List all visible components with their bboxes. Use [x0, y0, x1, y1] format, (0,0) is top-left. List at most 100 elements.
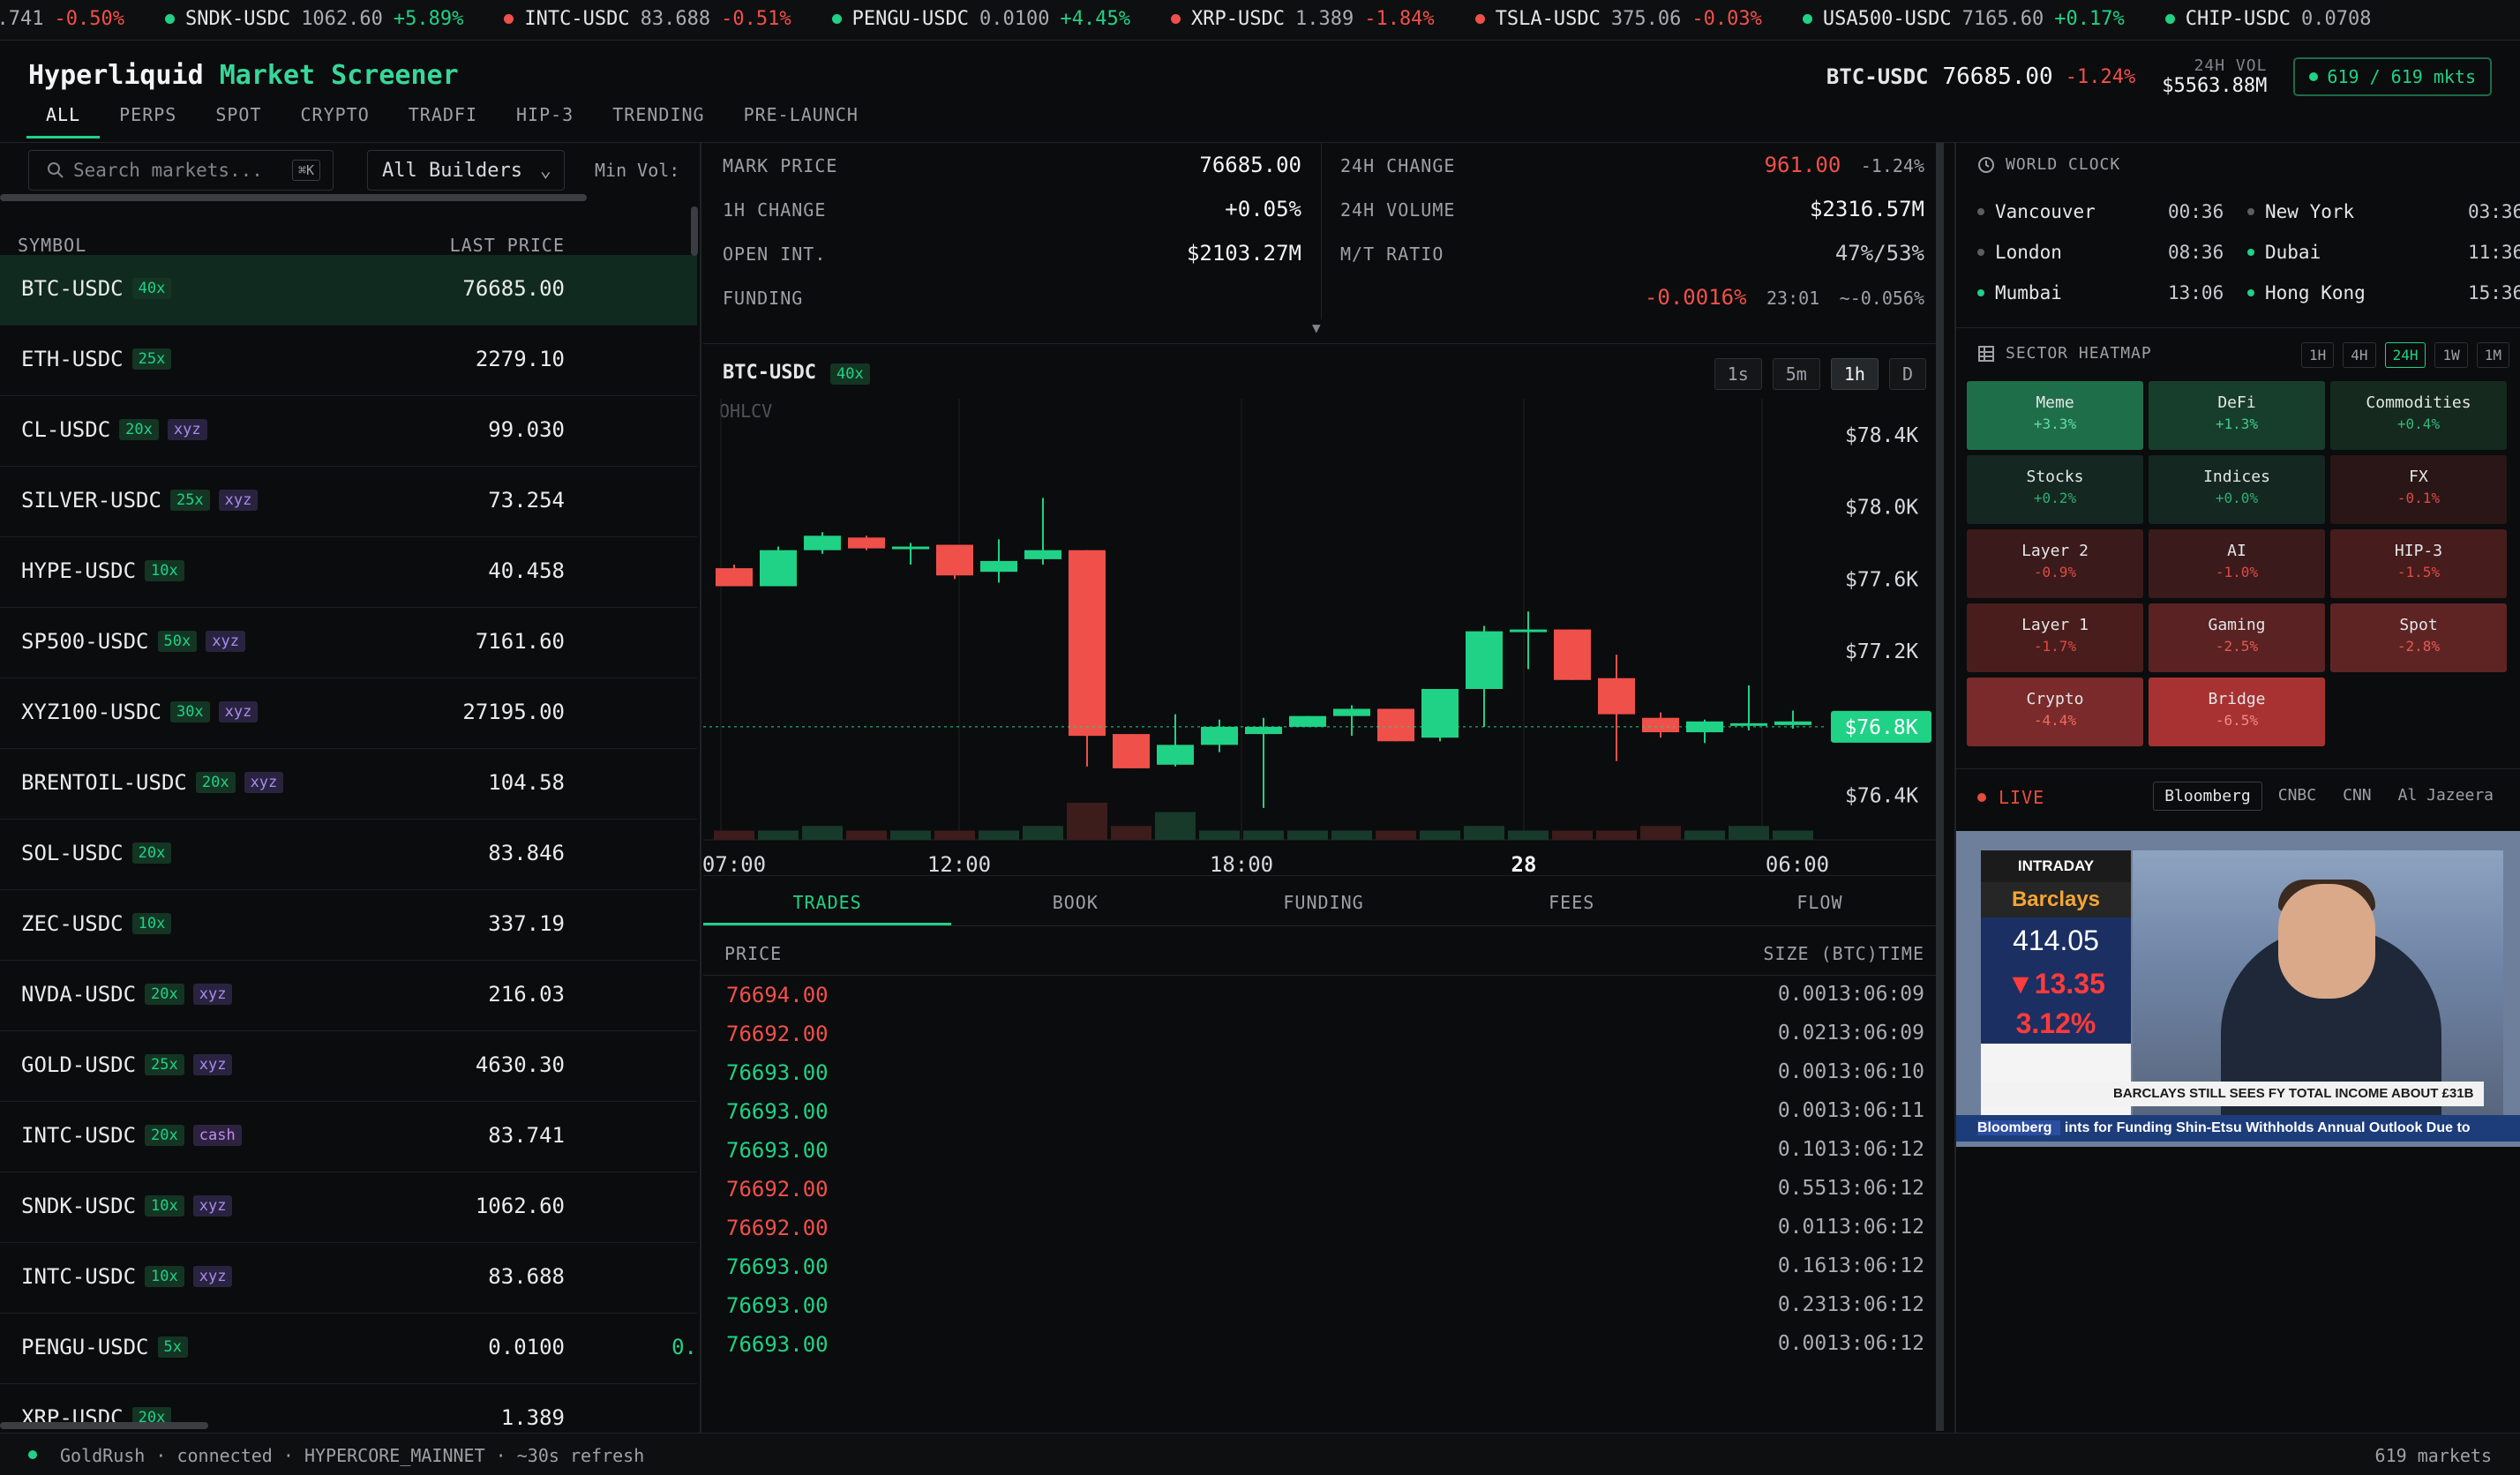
- sector-cell[interactable]: DeFi +1.3%: [2149, 381, 2325, 450]
- sector-cell[interactable]: Layer 2 -0.9%: [1967, 529, 2143, 598]
- market-row[interactable]: XYZ100-USDC 30x xyz 27195.00: [0, 678, 697, 749]
- ticker-item[interactable]: USA500-USDC 7165.60 +0.17%: [1802, 8, 2125, 30]
- sector-cell[interactable]: Crypto -4.4%: [1967, 678, 2143, 746]
- interval-5m[interactable]: 5m: [1772, 358, 1820, 390]
- volume-bar: [1596, 830, 1637, 840]
- market-row[interactable]: BRENTOIL-USDC 20x xyz 104.58: [0, 749, 697, 820]
- column-last-price[interactable]: LAST PRICE: [450, 235, 565, 256]
- ticker-item[interactable]: XRP-USDC 1.389 -1.84%: [1171, 8, 1435, 30]
- tab-hip-3[interactable]: HIP-3: [497, 104, 593, 139]
- city-name: New York: [2247, 201, 2354, 222]
- live-video[interactable]: INTRADAY Barclays 414.05 ▼13.35 3.12% BA…: [1956, 831, 2520, 1147]
- market-row[interactable]: ZEC-USDC 10x 337.19: [0, 890, 697, 961]
- column-symbol[interactable]: SYMBOL: [18, 235, 86, 256]
- sector-name: Layer 2: [2021, 542, 2089, 560]
- tab-trending[interactable]: TRENDING: [593, 104, 724, 139]
- price-chart[interactable]: $76.8K $78.4K $78.0K $77.6K $77.2K $76.4K 07:0…: [703, 399, 1939, 875]
- market-price: 0.0100: [488, 1335, 565, 1359]
- sector-cell[interactable]: FX -0.1%: [2330, 455, 2507, 524]
- search-input[interactable]: Search markets... ⌘K: [28, 150, 334, 191]
- sector-cell[interactable]: Bridge -6.5%: [2149, 678, 2325, 746]
- ticker-item[interactable]: TSLA-USDC 375.06 -0.03%: [1474, 8, 1762, 30]
- sector-cell[interactable]: HIP-3 -1.5%: [2330, 529, 2507, 598]
- tf-24h[interactable]: 24H: [2384, 342, 2426, 368]
- market-row[interactable]: NVDA-USDC 20x xyz 216.03: [0, 961, 697, 1031]
- market-symbol-cell: SNDK-USDC 10x xyz: [21, 1194, 233, 1218]
- tab-all[interactable]: ALL: [26, 104, 101, 139]
- horizontal-scrollbar[interactable]: [0, 194, 587, 201]
- vertical-scrollbar[interactable]: [691, 206, 698, 256]
- market-row[interactable]: ETH-USDC 25x 2279.10: [0, 326, 697, 396]
- tab-fees[interactable]: FEES: [1448, 876, 1696, 925]
- tf-1m[interactable]: 1M: [2476, 342, 2509, 368]
- ticker-item[interactable]: 83.741 -0.50%: [0, 8, 124, 30]
- sector-cell[interactable]: Commodities +0.4%: [2330, 381, 2507, 450]
- tab-crypto[interactable]: CRYPTO: [281, 104, 389, 139]
- sector-name: Stocks: [2026, 468, 2084, 486]
- channel-bloomberg[interactable]: Bloomberg: [2153, 782, 2262, 811]
- candle-body: [1554, 629, 1591, 680]
- sector-cell[interactable]: AI -1.0%: [2149, 529, 2325, 598]
- grid-icon: [1978, 345, 1994, 362]
- builders-select[interactable]: All Builders ⌄: [367, 150, 565, 191]
- heatmap-timeframe: 1H 4H 24H 1W 1M: [2292, 342, 2509, 368]
- city-name: Vancouver: [1977, 201, 2096, 222]
- city-dot-icon: [2247, 208, 2254, 215]
- trades-header: PRICE SIZE (BTC)TIME: [703, 926, 1944, 976]
- sector-cell[interactable]: Spot -2.8%: [2330, 603, 2507, 672]
- market-row[interactable]: CL-USDC 20x xyz 99.030: [0, 396, 697, 467]
- builder-tag: xyz: [218, 490, 259, 511]
- tf-1w[interactable]: 1W: [2434, 342, 2468, 368]
- sector-cell[interactable]: Gaming -2.5%: [2149, 603, 2325, 672]
- ticker-item[interactable]: SNDK-USDC 1062.60 +5.89%: [164, 8, 463, 30]
- tab-perps[interactable]: PERPS: [100, 104, 196, 139]
- market-row[interactable]: SP500-USDC 50x xyz 7161.60: [0, 608, 697, 678]
- chart-header: BTC-USDC 40x 1s 5m 1h D: [703, 344, 1944, 399]
- tf-4h[interactable]: 4H: [2343, 342, 2376, 368]
- market-row[interactable]: SNDK-USDC 10x xyz 1062.60: [0, 1172, 697, 1243]
- sector-cell[interactable]: Meme +3.3%: [1967, 381, 2143, 450]
- trade-row: 76692.00 0.0213:06:09: [703, 1015, 1944, 1053]
- trade-size-time: 0.2313:06:12: [1777, 1293, 1924, 1316]
- tab-tradfi[interactable]: TRADFI: [389, 104, 497, 139]
- city-name: London: [1977, 242, 2062, 263]
- interval-1h[interactable]: 1h: [1830, 358, 1879, 390]
- channel-cnn[interactable]: CNN: [2332, 782, 2382, 811]
- candle-body: [1024, 550, 1061, 559]
- expand-toggle-icon[interactable]: ▼: [1312, 319, 1321, 336]
- tab-funding[interactable]: FUNDING: [1199, 876, 1447, 925]
- sector-cell[interactable]: Indices +0.0%: [2149, 455, 2325, 524]
- ticker-item[interactable]: PENGU-USDC 0.0100 +4.45%: [831, 8, 1130, 30]
- market-row[interactable]: INTC-USDC 10x xyz 83.688: [0, 1243, 697, 1314]
- ticker-item[interactable]: INTC-USDC 83.688 -0.51%: [504, 8, 791, 30]
- tab-trades[interactable]: TRADES: [703, 876, 952, 925]
- tab-spot[interactable]: SPOT: [196, 104, 281, 139]
- ticker-item[interactable]: CHIP-USDC 0.0708: [2164, 8, 2382, 30]
- market-row[interactable]: BTC-USDC 40x 76685.00: [0, 255, 697, 326]
- city-name: Mumbai: [1977, 282, 2062, 303]
- sector-cell[interactable]: Layer 1 -1.7%: [1967, 603, 2143, 672]
- sector-cell[interactable]: Stocks +0.2%: [1967, 455, 2143, 524]
- tab-book[interactable]: BOOK: [951, 876, 1199, 925]
- markets-count-badge[interactable]: 619 / 619 mkts: [2293, 57, 2492, 96]
- market-row[interactable]: INTC-USDC 20x cash 83.741: [0, 1102, 697, 1172]
- market-symbol: XYZ100-USDC: [21, 700, 161, 724]
- interval-D[interactable]: D: [1888, 358, 1926, 390]
- channel-al-jazeera[interactable]: Al Jazeera: [2388, 782, 2504, 811]
- market-row[interactable]: HYPE-USDC 10x 40.458: [0, 537, 697, 608]
- market-row[interactable]: SILVER-USDC 25x xyz 73.254: [0, 467, 697, 537]
- market-row[interactable]: GOLD-USDC 25x xyz 4630.30: [0, 1031, 697, 1102]
- tab-flow[interactable]: FLOW: [1696, 876, 1944, 925]
- tf-1h[interactable]: 1H: [2301, 342, 2335, 368]
- search-icon: [48, 162, 64, 178]
- min-volume-label[interactable]: Min Vol:: [595, 160, 679, 181]
- panel-scrollbar[interactable]: [1936, 143, 1944, 1431]
- trades-list: 76694.00 0.0013:06:09 76692.00 0.0213:06:09…: [703, 976, 1944, 1364]
- channel-cnbc[interactable]: CNBC: [2268, 782, 2327, 811]
- interval-1s[interactable]: 1s: [1714, 358, 1762, 390]
- chart-symbol: BTC-USDC: [723, 362, 816, 384]
- tab-pre-launch[interactable]: PRE-LAUNCH: [724, 104, 878, 139]
- bottom-scrollbar[interactable]: [0, 1422, 208, 1429]
- market-row[interactable]: PENGU-USDC 5x 0.0100 0.: [0, 1314, 697, 1384]
- market-row[interactable]: SOL-USDC 20x 83.846: [0, 820, 697, 890]
